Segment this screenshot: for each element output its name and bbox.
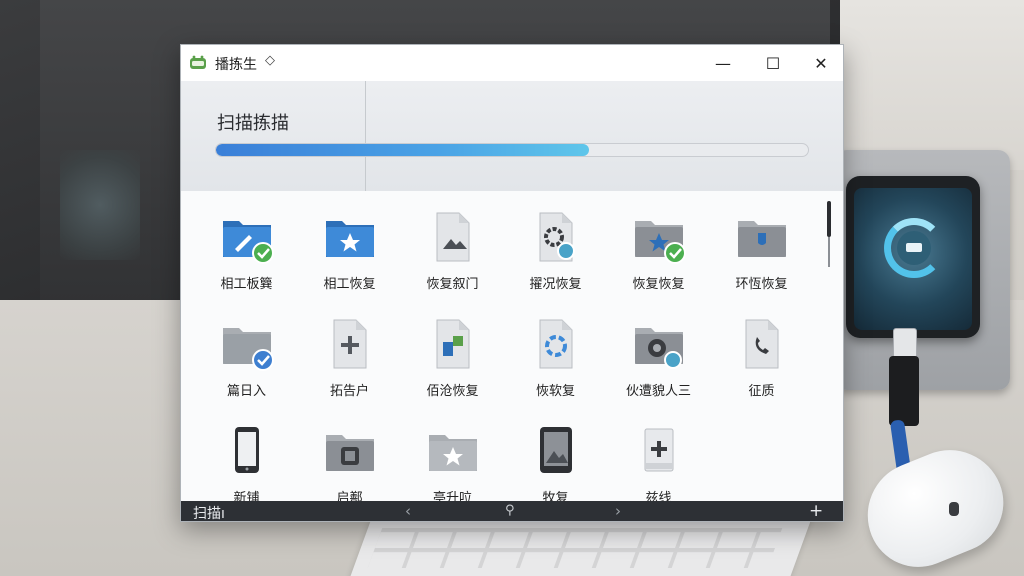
recovery-options-grid: 相工板簨 相工恢复 恢复叙门 擢况恢复 恢复恢复 环恆恢复篇日入 拓告户 佰沧恢复 恢软复 伙遭貌… [195, 209, 815, 518]
tablet-icon [528, 423, 584, 479]
phone-screen-glyph [906, 243, 922, 252]
usb-cable-plug [889, 356, 919, 426]
android-app-icon [190, 55, 206, 69]
recovery-option-label: 佰沧恢复 [426, 384, 479, 399]
recovery-option-tile[interactable]: 相工板簨 [195, 209, 298, 304]
phone-screen [854, 188, 972, 330]
recovery-option-label: 篇日入 [226, 384, 266, 399]
maximize-button[interactable]: ☐ [749, 45, 797, 81]
folder-star-check-icon [631, 209, 687, 265]
add-icon[interactable]: + [809, 501, 823, 521]
recovery-option-label: 恢软复 [535, 384, 575, 399]
recovery-option-tile[interactable]: 佰沧恢复 [401, 316, 504, 411]
folder-star-gray-icon [425, 423, 481, 479]
window-title: 播拣生 [215, 57, 257, 73]
maximize-icon: ☐ [765, 53, 781, 73]
bottom-scan-label: 扫描ı [193, 506, 225, 522]
usb-connector [893, 328, 917, 358]
recovery-option-tile[interactable]: 相工恢复 [298, 209, 401, 304]
location-pin-icon[interactable]: ⚲ [505, 503, 515, 518]
recovery-option-tile[interactable]: 恢复叙门 [401, 209, 504, 304]
smartphone-icon [219, 423, 275, 479]
recovery-option-label: 恢复叙门 [426, 277, 479, 292]
scan-panel-divider [365, 81, 366, 191]
recovery-option-tile[interactable]: 擢况恢复 [504, 209, 607, 304]
scrollbar-track [828, 237, 830, 267]
recovery-option-tile[interactable]: 伙遭貌人三 [607, 316, 710, 411]
recovery-option-label: 相工板簨 [220, 277, 273, 292]
spreadsheet-document-icon [425, 316, 481, 372]
bottom-bar: 扫描ı ‹ ⚲ › + [181, 501, 843, 522]
recovery-option-tile[interactable]: 征质 [710, 316, 813, 411]
recovery-options-panel: 相工板簨 相工恢复 恢复叙门 擢况恢复 恢复恢复 环恆恢复篇日入 拓告户 佰沧恢复 恢软复 伙遭貌… [181, 191, 843, 506]
recovery-option-label: 征质 [748, 384, 775, 399]
recovery-option-tile[interactable]: 篇日入 [195, 316, 298, 411]
prev-page-icon[interactable]: ‹ [405, 502, 411, 520]
folder-star-icon [322, 209, 378, 265]
folder-pen-check-icon [219, 209, 275, 265]
close-button[interactable]: ✕ [797, 45, 843, 81]
recovery-option-tile[interactable]: 恢复恢复 [607, 209, 710, 304]
title-bar[interactable]: 播拣生 ◇ — ☐ ✕ [181, 45, 843, 81]
image-document-icon [425, 209, 481, 265]
phone-document-icon [734, 316, 790, 372]
folder-gear-icon [631, 316, 687, 372]
scan-title: 扫描拣描 [217, 113, 289, 134]
scrollbar[interactable] [824, 201, 834, 271]
background-wall [840, 0, 1024, 170]
minimize-icon: — [715, 53, 731, 73]
minimize-button[interactable]: — [699, 45, 747, 81]
recovery-option-label: 拓告户 [329, 384, 369, 399]
folder-chip-icon [322, 423, 378, 479]
mouse-wheel [949, 502, 959, 516]
gear-document-icon [528, 209, 584, 265]
recovery-option-label: 环恆恢复 [735, 277, 788, 292]
app-window: 播拣生 ◇ — ☐ ✕ 扫描拣描 相工板簨 相工恢复 恢复叙门 擢况恢复 恢复恢复 环恆恢… [180, 44, 844, 522]
recovery-option-label: 伙遭貌人三 [625, 384, 691, 399]
next-page-icon[interactable]: › [615, 502, 621, 520]
recovery-option-tile[interactable]: 拓告户 [298, 316, 401, 411]
close-icon: ✕ [814, 53, 828, 73]
recovery-option-label: 相工恢复 [323, 277, 376, 292]
sync-document-icon [528, 316, 584, 372]
scrollbar-thumb[interactable] [827, 201, 831, 237]
monitor-reflection [60, 150, 140, 260]
recovery-option-tile[interactable]: 恢软复 [504, 316, 607, 411]
recovery-option-label: 擢况恢复 [529, 277, 582, 292]
phone [846, 176, 980, 338]
title-dropdown-icon[interactable]: ◇ [265, 53, 275, 68]
scan-progress-bar [215, 143, 809, 157]
add-document-icon [322, 316, 378, 372]
keyboard-keys [367, 528, 783, 568]
add-box-icon [631, 423, 687, 479]
recovery-option-label: 恢复恢复 [632, 277, 685, 292]
scan-progress-fill [216, 144, 589, 156]
folder-check-icon [219, 316, 275, 372]
scan-panel: 扫描拣描 [181, 81, 843, 191]
recovery-option-tile[interactable]: 环恆恢复 [710, 209, 813, 304]
folder-tag-icon [734, 209, 790, 265]
